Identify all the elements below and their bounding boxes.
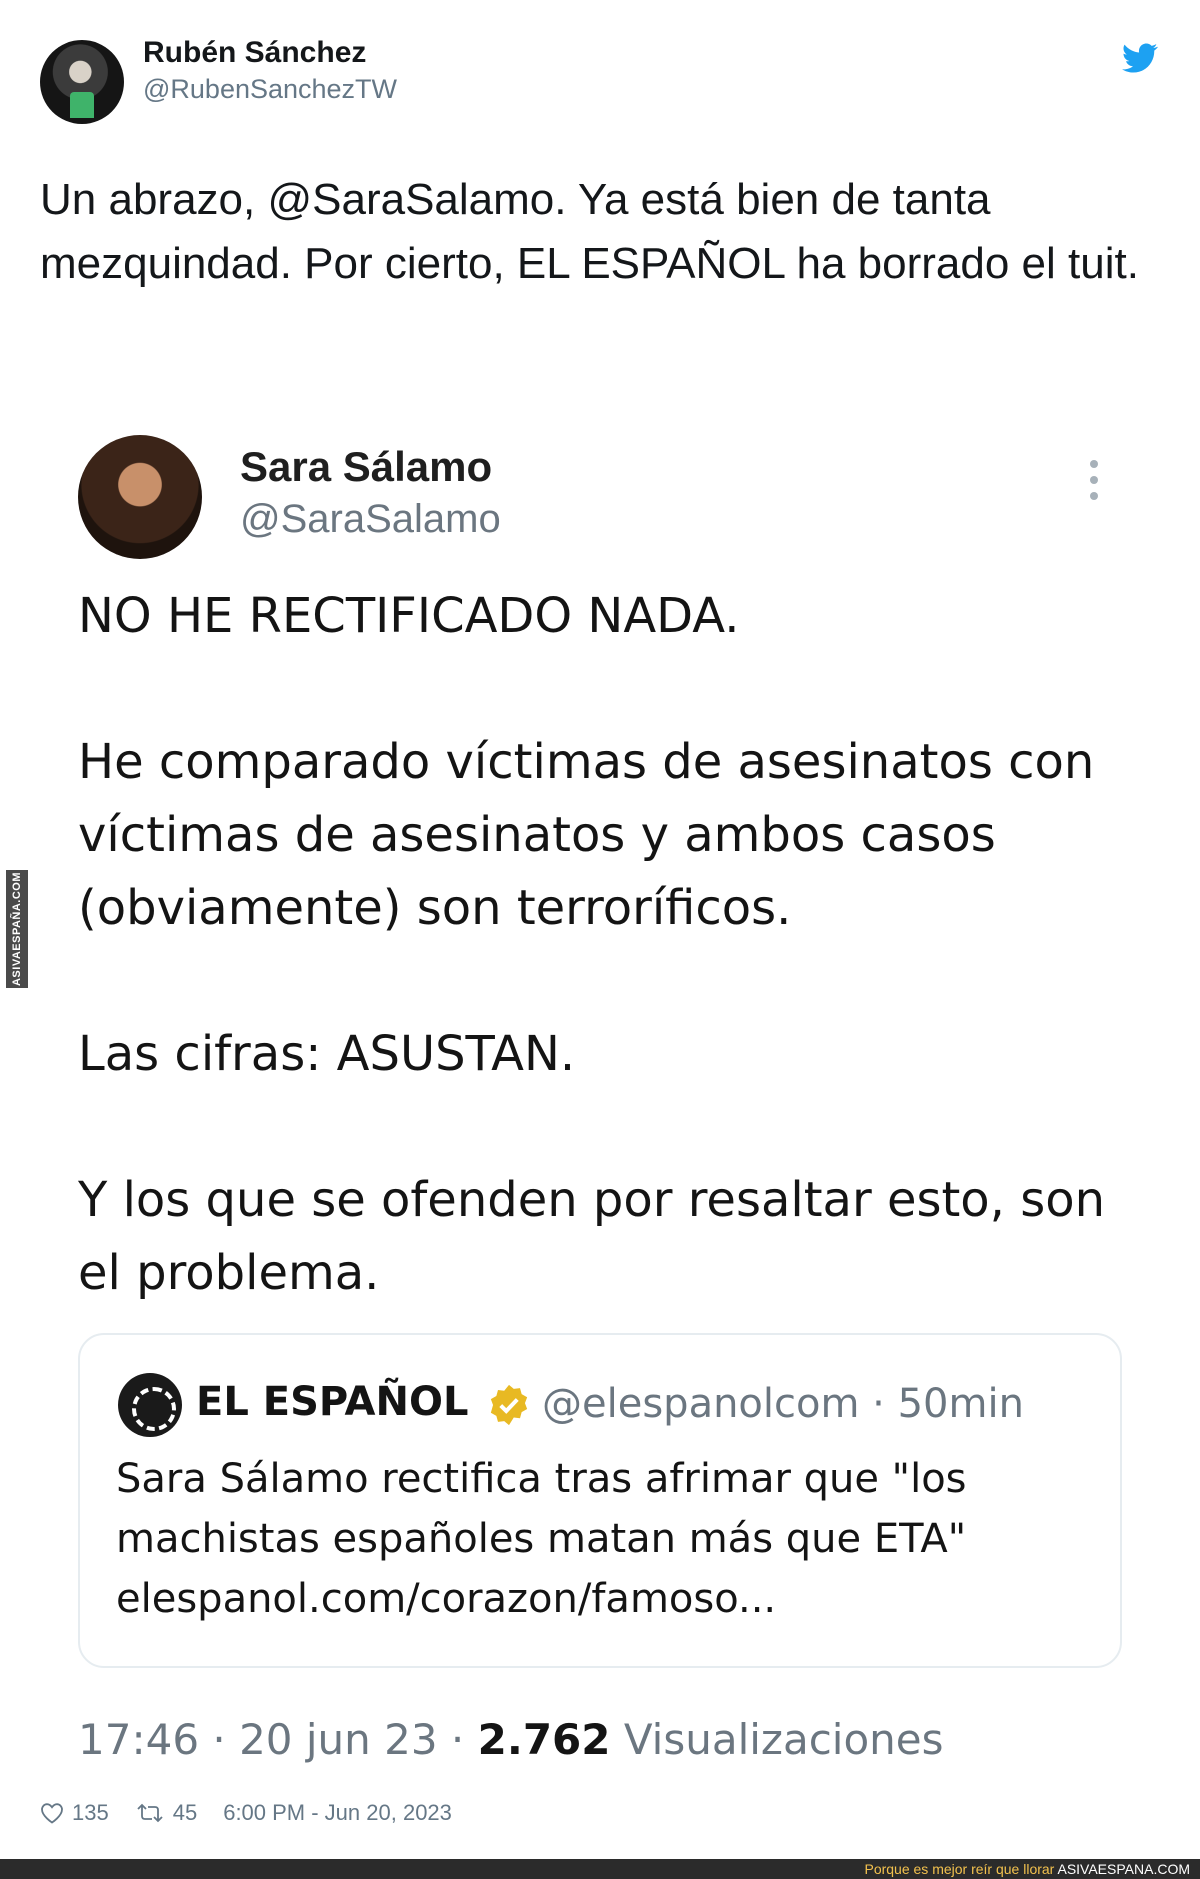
tweet-text: Un abrazo, @SaraSalamo. Ya está bien de …	[40, 175, 1139, 288]
embedded-author-handle: @SaraSalamo	[240, 497, 501, 541]
retweet-icon	[137, 1803, 163, 1823]
embedded-tweet-body: NO HE RECTIFICADO NADA. He comparado víc…	[78, 580, 1138, 1310]
embedded-timestamp: 17:46 · 20 jun 23 ·	[78, 1715, 465, 1764]
like-button[interactable]: 135	[40, 1800, 109, 1826]
site-name[interactable]: ASIVAESPANA.COM	[1057, 1861, 1190, 1877]
lion-logo-icon	[118, 1373, 182, 1437]
more-options-icon	[1088, 460, 1100, 506]
embedded-meta: 17:46 · 20 jun 23 · 2.762 Visualizacione…	[78, 1715, 944, 1764]
embedded-paragraph: Y los que se ofenden por resaltar esto, …	[78, 1172, 1105, 1301]
retweet-count: 45	[172, 1800, 198, 1825]
twitter-bird-icon[interactable]	[1120, 40, 1160, 76]
embedded-paragraph: Las cifras: ASUSTAN.	[78, 1026, 576, 1082]
site-tagline: Porque es mejor reír que llorar	[864, 1861, 1055, 1877]
side-watermark-text: ASIVAESPAÑA.COM	[11, 871, 23, 987]
embedded-tweet-screenshot: Sara Sálamo @SaraSalamo NO HE RECTIFICAD…	[58, 405, 1148, 1795]
verified-badge-icon	[490, 1384, 528, 1426]
quoted-author-name: EL ESPAÑOL	[196, 1379, 469, 1425]
embedded-avatar	[78, 435, 202, 559]
site-footer-bar: Porque es mejor reír que llorar ASIVAESP…	[0, 1859, 1200, 1879]
tweet-footer: 135 45 6:00 PM - Jun 20, 2023	[40, 1800, 478, 1826]
views-count: 2.762	[477, 1715, 611, 1764]
like-count: 135	[72, 1800, 109, 1825]
tweet-timestamp[interactable]: 6:00 PM - Jun 20, 2023	[223, 1800, 452, 1826]
author-handle[interactable]: @RubenSanchezTW	[143, 74, 397, 105]
quoted-text: Sara Sálamo rectifica tras afrimar que "…	[116, 1456, 967, 1622]
quoted-tweet: EL ESPAÑOL @elespanolcom · 50min Sara Sá…	[78, 1333, 1122, 1668]
views-label: Visualizaciones	[623, 1715, 944, 1764]
quoted-handle-time: @elespanolcom · 50min	[542, 1381, 1024, 1427]
author-name[interactable]: Rubén Sánchez	[143, 36, 366, 70]
heart-icon	[41, 1803, 63, 1824]
embedded-paragraph: NO HE RECTIFICADO NADA.	[78, 588, 740, 644]
embedded-author-name: Sara Sálamo	[240, 443, 493, 490]
site-footer-text: Porque es mejor reír que llorar ASIVAESP…	[864, 1861, 1190, 1877]
avatar[interactable]	[40, 40, 124, 124]
side-watermark: ASIVAESPAÑA.COM	[6, 870, 28, 988]
retweet-button[interactable]: 45	[135, 1800, 197, 1826]
embedded-paragraph: He comparado víctimas de asesinatos con …	[78, 734, 1095, 936]
